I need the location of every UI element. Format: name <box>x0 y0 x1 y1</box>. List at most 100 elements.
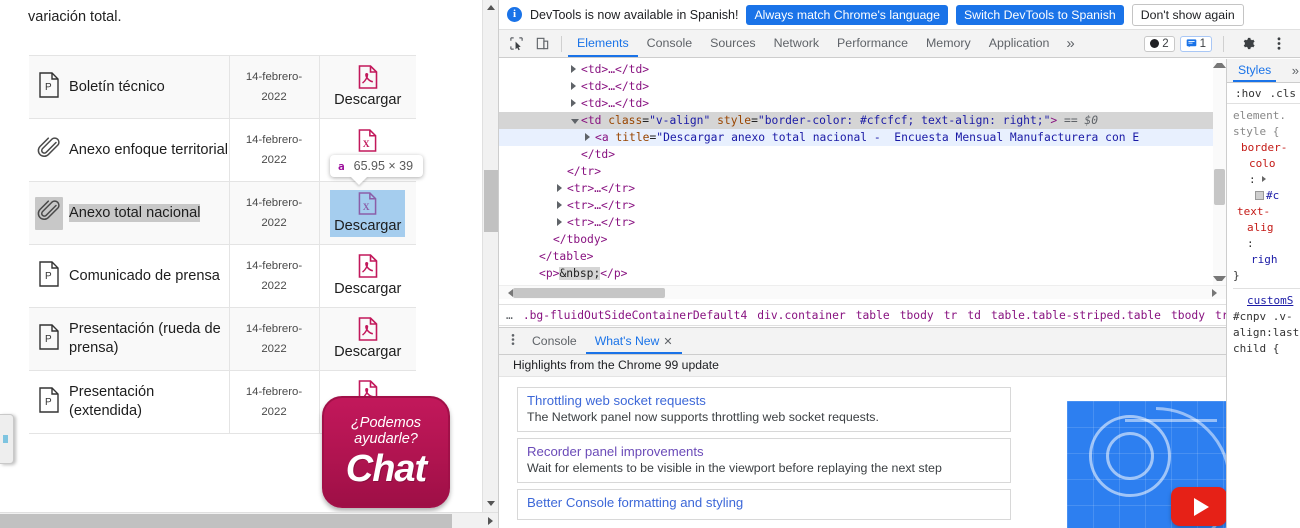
twisty-icon[interactable] <box>571 112 581 129</box>
rule-source-link[interactable]: customS <box>1247 294 1293 307</box>
twisty-icon[interactable] <box>557 197 567 214</box>
gear-icon[interactable] <box>1235 32 1261 56</box>
dom-tree-node[interactable]: <tr>…</tr> <box>499 180 1226 197</box>
overflow-menu-icon[interactable] <box>1266 32 1292 56</box>
scroll-up-arrow-icon[interactable] <box>483 0 498 16</box>
download-link[interactable]: Descargar <box>330 252 405 300</box>
whats-new-card[interactable]: Throttling web socket requests The Networ… <box>517 387 1011 432</box>
dom-tree-node[interactable]: <a title="Descargar anexo total nacional… <box>499 129 1226 146</box>
dom-tree-node[interactable]: </td> <box>499 146 1226 163</box>
dom-tree-horizontal-scrollbar[interactable] <box>499 285 1226 299</box>
tab-console[interactable]: Console <box>638 30 701 57</box>
drawer-tab-what-s-new[interactable]: What's New ✕ <box>585 328 682 354</box>
style-rule-custom: customS #cnpv .v- align:last child { <box>1233 293 1300 357</box>
breadcrumb-item[interactable]: … <box>501 309 518 322</box>
scroll-right-arrow-icon[interactable] <box>482 513 498 528</box>
tab-elements[interactable]: Elements <box>568 30 638 57</box>
tab-performance[interactable]: Performance <box>828 30 917 57</box>
styles-more-tabs-icon[interactable]: » <box>1292 63 1299 78</box>
breadcrumb-item[interactable]: tr <box>939 309 963 322</box>
twisty-icon[interactable] <box>571 61 581 78</box>
switch-to-spanish-button[interactable]: Switch DevTools to Spanish <box>955 4 1124 25</box>
doc-date-line1: 14-febrero- <box>245 134 303 146</box>
inspect-element-icon[interactable] <box>503 32 529 56</box>
dom-tree-panel[interactable]: <td>…</td> <td>…</td> <td>…</td> <td class=… <box>499 59 1226 299</box>
scroll-down-arrow-icon[interactable] <box>483 496 498 512</box>
more-tabs-icon[interactable]: » <box>1058 35 1082 52</box>
styles-sidebar: Styles » :hov .cls element. style { borde… <box>1226 59 1300 528</box>
twisty-icon[interactable] <box>557 180 567 197</box>
svg-text:X: X <box>363 203 370 213</box>
dom-tree-node[interactable]: </table> <box>499 248 1226 265</box>
tab-styles[interactable]: Styles <box>1233 59 1277 82</box>
tab-memory[interactable]: Memory <box>917 30 980 57</box>
tree-scroll-up-icon[interactable] <box>1213 59 1226 72</box>
dom-tree-node[interactable]: </tr> <box>499 163 1226 180</box>
table-row: Anexo total nacional 14-febrero- 2022 X Desc… <box>29 181 416 245</box>
whats-new-card[interactable]: Recorder panel improvements Wait for elem… <box>517 438 1011 483</box>
breadcrumb-item[interactable]: .bg-fluidOutSideContainerDefault4 <box>518 309 752 322</box>
breadcrumb-item[interactable]: tbody <box>895 309 939 322</box>
doc-name: Boletín técnico <box>69 78 165 95</box>
twisty-icon[interactable] <box>571 95 581 112</box>
download-link[interactable]: Descargar <box>330 63 405 111</box>
card-title[interactable]: Recorder panel improvements <box>527 444 1001 459</box>
rule-prop-border-color[interactable]: border- colo : #c <box>1233 140 1300 204</box>
cls-toggle[interactable]: .cls <box>1270 87 1297 100</box>
message-count-badge[interactable]: 1 <box>1179 35 1212 52</box>
pdf-file-icon <box>358 65 378 94</box>
dont-show-again-button[interactable]: Don't show again <box>1131 3 1244 26</box>
breadcrumb-item[interactable]: tr <box>1210 309 1226 322</box>
breadcrumb-item[interactable]: table <box>851 309 895 322</box>
twisty-icon[interactable] <box>585 129 595 146</box>
dom-tree-node[interactable]: <tr>…</tr> <box>499 197 1226 214</box>
chat-widget-button[interactable]: ¿Podemos ayudarle? Chat <box>322 396 450 508</box>
page-vertical-scrollbar[interactable] <box>482 0 498 512</box>
tree-scroll-down-icon[interactable] <box>1213 272 1226 285</box>
dom-tree-node[interactable]: <td>…</td> <box>499 95 1226 112</box>
dom-tree-node[interactable]: <p>&nbsp;</p> <box>499 265 1226 282</box>
dom-tree-vertical-scrollbar[interactable] <box>1213 59 1226 285</box>
card-title[interactable]: Better Console formatting and styling <box>527 495 1001 510</box>
dom-tree-node[interactable]: <td class="v-align" style="border-color:… <box>499 112 1226 129</box>
breadcrumb-item[interactable]: tbody <box>1166 309 1210 322</box>
breadcrumb-item[interactable]: td <box>962 309 986 322</box>
page-side-tab-handle[interactable] <box>0 414 14 464</box>
doc-date-line1: 14-febrero- <box>245 197 303 209</box>
rule-prop-text-align[interactable]: text- alig : righ <box>1233 204 1300 268</box>
close-icon[interactable]: ✕ <box>663 336 672 348</box>
card-title[interactable]: Throttling web socket requests <box>527 393 1001 408</box>
tree-vscroll-thumb[interactable] <box>1214 169 1225 205</box>
page-hscroll-thumb[interactable] <box>0 514 452 528</box>
always-match-language-button[interactable]: Always match Chrome's language <box>746 4 948 25</box>
breadcrumb-item[interactable]: table.table-striped.table <box>986 309 1166 322</box>
doc-date-line1: 14-febrero- <box>245 323 303 335</box>
breadcrumb-item[interactable]: div.container <box>752 309 850 322</box>
tab-application[interactable]: Application <box>980 30 1059 57</box>
tree-scroll-left-icon[interactable] <box>499 286 513 299</box>
chat-widget-line2: ayudarle? <box>354 431 418 447</box>
drawer-tab-console[interactable]: Console <box>523 328 586 354</box>
error-count-badge[interactable]: 2 <box>1144 35 1175 52</box>
download-cell: Descargar <box>318 307 416 371</box>
download-link[interactable]: Descargar <box>330 315 405 363</box>
whats-new-card[interactable]: Better Console formatting and styling <box>517 489 1011 520</box>
dom-tree-node[interactable]: </tbody> <box>499 231 1226 248</box>
download-label: Descargar <box>334 281 402 297</box>
dom-tree-node[interactable]: <td>…</td> <box>499 61 1226 78</box>
tree-hscroll-thumb[interactable] <box>513 288 665 298</box>
dom-breadcrumb[interactable]: … .bg-fluidOutSideContainerDefault4 div.co… <box>499 304 1226 326</box>
dom-tree-node[interactable]: <td>…</td> <box>499 78 1226 95</box>
tree-scroll-right-icon[interactable] <box>1212 286 1226 299</box>
tab-network[interactable]: Network <box>765 30 828 57</box>
page-vscroll-thumb[interactable] <box>484 170 498 232</box>
dom-tree-node[interactable]: <tr>…</tr> <box>499 214 1226 231</box>
device-toolbar-icon[interactable] <box>529 32 555 56</box>
twisty-icon[interactable] <box>571 78 581 95</box>
hov-toggle[interactable]: :hov <box>1235 87 1262 100</box>
drawer-menu-icon[interactable] <box>503 333 523 349</box>
twisty-icon[interactable] <box>557 214 567 231</box>
download-link[interactable]: X Descargar <box>330 189 406 237</box>
page-horizontal-scrollbar[interactable] <box>0 512 498 528</box>
tab-sources[interactable]: Sources <box>701 30 764 57</box>
